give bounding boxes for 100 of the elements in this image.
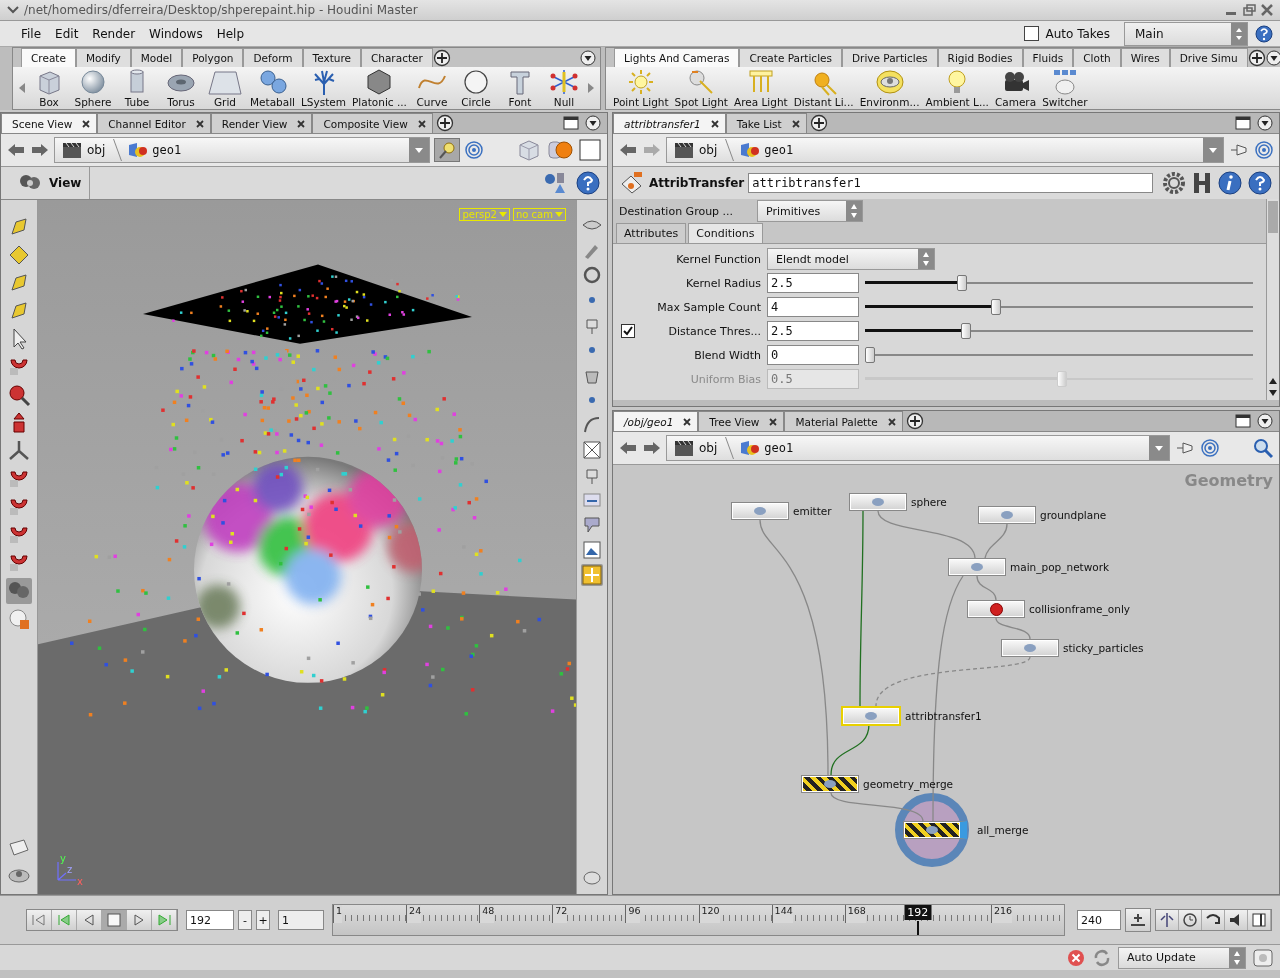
maximize-icon[interactable] [1235,116,1251,130]
shelf-tab[interactable]: Polygon [182,48,244,67]
pane-tab[interactable]: Material Palette [784,411,903,431]
close-icon[interactable] [417,119,426,128]
checkbox[interactable] [621,324,635,338]
step-button[interactable]: - [238,910,252,930]
shelf-tool[interactable]: Null [541,68,586,108]
menu-item[interactable]: File [14,23,49,44]
scroll-right-icon[interactable] [585,81,596,95]
back-arrow-icon[interactable] [6,141,26,159]
shelf-tab[interactable]: Rigid Bodies [937,48,1023,67]
shelf-tab[interactable]: Fluids [1022,48,1074,67]
shelf-tab[interactable]: Model [130,48,183,67]
path-segment[interactable]: geo1 [764,143,794,157]
menu-item[interactable]: Render [85,23,143,44]
path-segment[interactable]: geo1 [764,441,794,455]
shelf-tab[interactable]: Drive Simu [1169,48,1248,67]
picture-icon[interactable] [581,539,603,561]
scroll-left-icon[interactable] [17,81,27,95]
pane-tab[interactable]: Channel Editor [97,113,211,133]
close-icon[interactable] [887,417,896,426]
path-bar[interactable]: obj geo1 [666,137,1224,163]
search-icon[interactable] [1252,437,1274,459]
shelf-tool[interactable]: Grid [203,68,247,108]
shelf-tab[interactable]: Lights And Cameras [613,48,740,67]
network-node[interactable] [849,493,907,511]
close-icon[interactable] [791,119,800,128]
shelf-tool[interactable]: Ambient L... [922,68,992,108]
stop-icon[interactable] [102,910,127,930]
path-bar[interactable]: obj geo1 [666,435,1170,461]
path-dropdown-icon[interactable] [1149,436,1169,460]
add-tab-icon[interactable] [905,412,924,430]
grid-icon[interactable] [581,564,603,586]
help-icon[interactable] [575,170,601,196]
path-dropdown-icon[interactable] [409,138,429,162]
path-segment[interactable]: geo1 [152,143,182,157]
network-node[interactable] [903,821,967,839]
spiral-icon[interactable] [1254,140,1274,160]
shelf-tab[interactable]: Texture [302,48,361,67]
value-field[interactable]: 4 [767,297,859,317]
menu-item[interactable]: Windows [142,23,210,44]
shelf-tool[interactable]: Point Light [609,68,672,108]
shelf-tool[interactable]: Font [497,68,542,108]
pane-tab[interactable]: /obj/geo1 [613,411,699,431]
shelf-tab[interactable]: Create [21,48,76,67]
scrollbar[interactable] [1266,199,1279,400]
menu-item[interactable]: Help [209,23,251,44]
shelf-tab[interactable]: Drive Particles [842,48,938,67]
scroll-down-icon[interactable] [1268,388,1278,398]
view-menu-label[interactable]: View [49,167,91,199]
frame-field[interactable]: 192 [186,910,234,930]
shelf-tool[interactable]: Sphere [71,68,115,108]
houdini-h-icon[interactable] [1191,170,1213,196]
value-field[interactable]: 2.5 [767,273,859,293]
add-tab-icon[interactable] [1247,48,1266,67]
take-dropdown[interactable]: Main [1124,21,1248,46]
info-icon[interactable] [1217,170,1243,196]
add-tab-icon[interactable] [809,114,828,132]
menu-item[interactable]: Edit [48,23,86,44]
close-icon[interactable] [769,417,778,426]
shelf-tool[interactable]: Curve [409,68,454,108]
magnifier-icon[interactable] [6,382,32,408]
cache-icon[interactable] [1252,946,1274,969]
close-icon[interactable] [710,119,719,128]
shelf-tool[interactable]: Switcher [1039,68,1091,108]
pane-tab[interactable]: Composite View [312,113,433,133]
shelf-tool[interactable]: Environm... [856,68,923,108]
help-icon[interactable] [1247,170,1273,196]
network-node[interactable] [731,502,789,520]
pane-tab[interactable]: Scene View [1,113,98,133]
dropdown-icon[interactable] [1257,413,1273,429]
checkbox[interactable] [1024,26,1040,41]
slider-thumb[interactable] [956,275,967,291]
section-tab[interactable]: Conditions [688,223,763,243]
scrollbar-thumb[interactable] [1268,201,1278,233]
value-field[interactable]: 2.5 [767,321,859,341]
slider-thumb[interactable] [991,299,1002,315]
shelf-tool[interactable]: Tube [115,68,159,108]
restore-icon[interactable] [1242,4,1256,16]
shading-icon[interactable] [546,138,574,162]
path-segment[interactable]: obj [699,441,718,455]
timeline-ruler[interactable]: 1 24 48 72 96 120 144 168 192 216 [332,904,1065,936]
shelf-tool[interactable]: Spot Light [671,68,731,108]
shelf-tool[interactable]: Circle [453,68,498,108]
back-arrow-icon[interactable] [618,439,638,457]
network-node[interactable] [801,775,859,793]
start-frame-field[interactable]: 1 [278,910,324,930]
playhead[interactable] [916,921,919,935]
dropdown-icon[interactable] [585,115,601,131]
value-field[interactable]: 0 [767,345,859,365]
close-icon[interactable] [82,119,91,128]
dropdown-icon[interactable] [1265,49,1280,66]
maximize-icon[interactable] [563,116,579,130]
shelf-tool[interactable]: Area Light [731,68,791,108]
path-segment[interactable]: obj [87,143,106,157]
node-name-field[interactable]: attribtransfer1 [748,173,1153,193]
shelf-tab[interactable]: Cloth [1073,48,1121,67]
shelf-tab[interactable]: Wires [1120,48,1170,67]
shelf-tool[interactable]: LSystem [298,68,350,108]
shelf-tool[interactable]: Platonic ... [349,68,410,108]
